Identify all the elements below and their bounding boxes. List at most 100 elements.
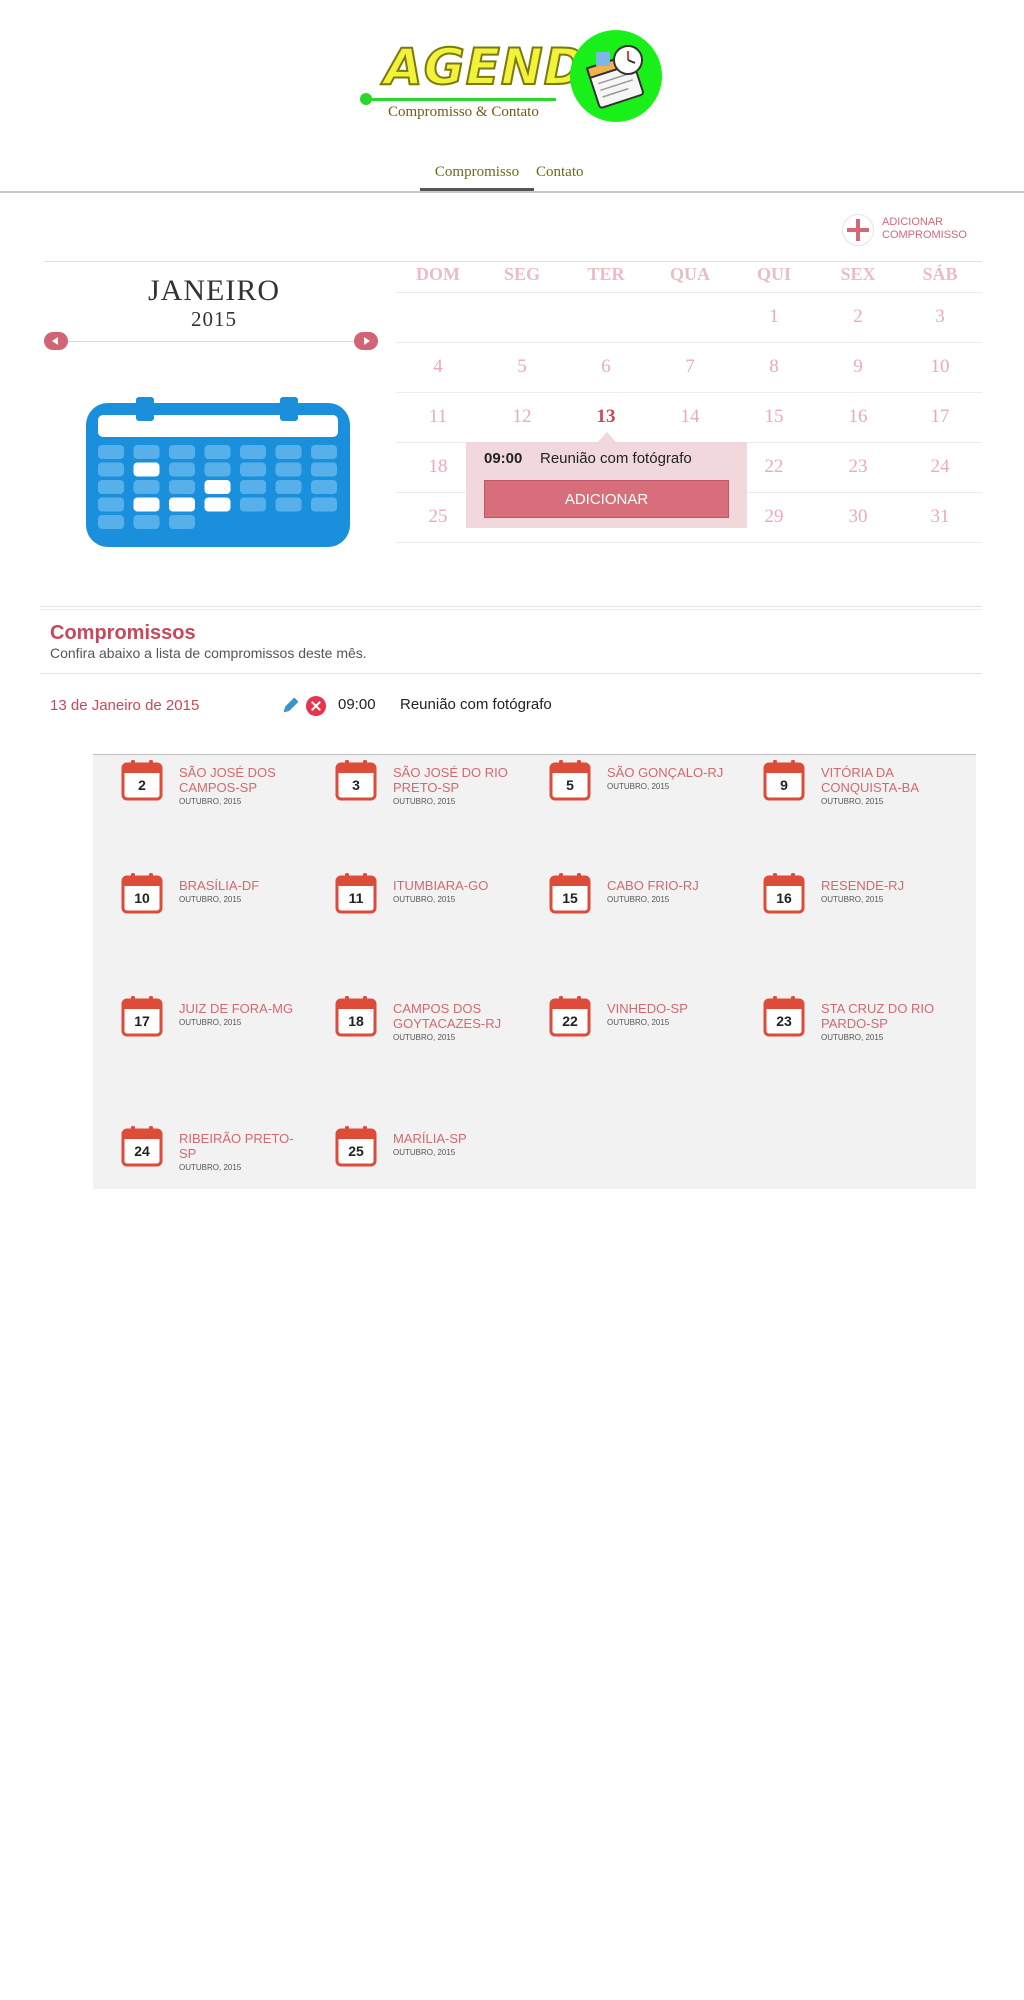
calendar-day[interactable]: 17 — [898, 406, 982, 428]
calendar-row-divider — [396, 392, 982, 393]
add-appointment-button[interactable]: ADICIONAR COMPROMISSO — [842, 212, 982, 248]
event-item[interactable]: 24 RIBEIRÃO PRETO-SP OUTUBRO, 2015 — [93, 1125, 303, 1185]
section-divider — [40, 673, 982, 674]
event-day: 25 — [348, 1143, 364, 1159]
calendar-day[interactable]: 31 — [898, 506, 982, 528]
section-subtitle: Confira abaixo a lista de compromissos d… — [50, 645, 367, 661]
event-day: 22 — [562, 1013, 578, 1029]
logo-subtitle: Compromisso & Contato — [388, 104, 539, 120]
section-divider — [40, 609, 982, 610]
event-item[interactable]: 5 SÃO GONÇALO-RJ OUTUBRO, 2015 — [521, 759, 731, 819]
calendar-day[interactable]: 7 — [648, 356, 732, 378]
weekday-ter: TER — [587, 264, 625, 284]
calendar-day[interactable]: 3 — [898, 306, 982, 328]
calendar-day[interactable]: 12 — [480, 406, 564, 428]
event-item[interactable]: 16 RESENDE-RJ OUTUBRO, 2015 — [735, 872, 945, 932]
chevron-right-icon — [364, 337, 370, 345]
event-city: JUIZ DE FORA-MG — [179, 1001, 294, 1016]
logo-dot — [360, 93, 372, 105]
appointment-title: Reunião com fotógrafo — [400, 696, 552, 713]
appointment-popup: 09:00 Reunião com fotógrafo ADICIONAR — [466, 432, 747, 528]
event-item[interactable]: 15 CABO FRIO-RJ OUTUBRO, 2015 — [521, 872, 731, 932]
event-month: OUTUBRO, 2015 — [179, 1163, 242, 1172]
popup-time: 09:00 — [484, 450, 523, 467]
event-day: 10 — [134, 890, 150, 906]
calendar-day[interactable]: 30 — [816, 506, 900, 528]
event-day: 2 — [138, 777, 146, 793]
month-divider — [60, 341, 378, 342]
event-item[interactable]: 18 CAMPOS DOS GOYTACAZES-RJ OUTUBRO, 2015 — [307, 995, 517, 1055]
event-item[interactable]: 3 SÃO JOSÉ DO RIO PRETO-SP OUTUBRO, 2015 — [307, 759, 517, 819]
event-item[interactable]: 17 JUIZ DE FORA-MG OUTUBRO, 2015 — [93, 995, 303, 1055]
event-month: OUTUBRO, 2015 — [607, 895, 670, 904]
weekday-dom: DOM — [416, 264, 460, 284]
event-city: RIBEIRÃO PRETO-SP — [179, 1131, 294, 1161]
add-appointment-label: ADICIONAR COMPROMISSO — [882, 216, 967, 242]
event-city: MARÍLIA-SP — [393, 1131, 467, 1146]
weekday-qui: QUI — [756, 264, 791, 284]
event-item[interactable]: 23 STA CRUZ DO RIO PARDO-SP OUTUBRO, 2015 — [735, 995, 945, 1055]
event-day: 17 — [134, 1013, 150, 1029]
event-day: 9 — [780, 777, 788, 793]
calendar-day[interactable]: 11 — [396, 406, 480, 428]
event-day: 11 — [348, 890, 364, 906]
tab-contato[interactable]: Contato — [536, 164, 596, 181]
section-divider — [40, 606, 982, 607]
calendar-day[interactable]: 4 — [396, 356, 480, 378]
calendar-day[interactable]: 5 — [480, 356, 564, 378]
appointment-date: 13 de Janeiro de 2015 — [50, 697, 200, 714]
event-day: 23 — [776, 1013, 792, 1029]
weekday-sex: SEX — [840, 264, 876, 284]
calendar-day[interactable]: 2 — [816, 306, 900, 328]
weekday-sab: SÁB — [922, 264, 958, 284]
event-city: SÃO JOSÉ DOS CAMPOS-SP — [179, 765, 276, 795]
calendar-day[interactable]: 6 — [564, 356, 648, 378]
event-city: SÃO JOSÉ DO RIO PRETO-SP — [393, 765, 508, 795]
tab-compromisso[interactable]: Compromisso — [420, 164, 534, 181]
calendar-day[interactable]: 10 — [898, 356, 982, 378]
weekday-seg: SEG — [503, 264, 541, 284]
event-item[interactable]: 25 MARÍLIA-SP OUTUBRO, 2015 — [307, 1125, 517, 1185]
calendar-day[interactable]: 23 — [816, 456, 900, 478]
weekday-qua: QUA — [670, 264, 710, 284]
calendar-row-divider — [396, 292, 982, 293]
event-month: OUTUBRO, 2015 — [393, 1033, 456, 1042]
event-day: 5 — [566, 777, 574, 793]
event-month: OUTUBRO, 2015 — [393, 1148, 456, 1157]
calendar-day[interactable]: 1 — [732, 306, 816, 328]
event-month: OUTUBRO, 2015 — [179, 1018, 242, 1027]
pencil-icon[interactable] — [280, 696, 300, 716]
event-item[interactable]: 22 VINHEDO-SP OUTUBRO, 2015 — [521, 995, 731, 1055]
calendar-day[interactable]: 8 — [732, 356, 816, 378]
event-item[interactable]: 11 ITUMBIARA-GO OUTUBRO, 2015 — [307, 872, 517, 932]
event-item[interactable]: 2 SÃO JOSÉ DOS CAMPOS-SP OUTUBRO, 2015 — [93, 759, 303, 819]
event-month: OUTUBRO, 2015 — [607, 1018, 670, 1027]
event-item[interactable]: 9 VITÓRIA DA CONQUISTA-BA OUTUBRO, 2015 — [735, 759, 945, 819]
event-city: CAMPOS DOS GOYTACAZES-RJ — [393, 1001, 502, 1031]
event-city: VITÓRIA DA CONQUISTA-BA — [821, 765, 919, 795]
calendar-day[interactable]: 16 — [816, 406, 900, 428]
section-title: Compromissos — [50, 622, 196, 644]
calendar-day[interactable]: 15 — [732, 406, 816, 428]
event-city: VINHEDO-SP — [607, 1001, 688, 1016]
calendar-day[interactable]: 9 — [816, 356, 900, 378]
event-item[interactable]: 10 BRASÍLIA-DF OUTUBRO, 2015 — [93, 872, 303, 932]
event-month: OUTUBRO, 2015 — [821, 797, 884, 806]
prev-month-button[interactable] — [44, 332, 68, 350]
app-logo[interactable]: AGENDA Compromisso & Contato — [360, 28, 670, 128]
delete-icon[interactable] — [306, 696, 326, 716]
plus-icon — [842, 214, 874, 246]
calendar-day[interactable]: 24 — [898, 456, 982, 478]
event-day: 24 — [134, 1143, 150, 1159]
month-name: JANEIRO — [148, 274, 280, 307]
popup-add-button[interactable]: ADICIONAR — [484, 480, 729, 518]
event-month: OUTUBRO, 2015 — [607, 782, 670, 791]
events-grid: 2 SÃO JOSÉ DOS CAMPOS-SP OUTUBRO, 2015 3 SÃO… — [93, 754, 976, 1189]
next-month-button[interactable] — [354, 332, 378, 350]
calendar-day[interactable]: 14 — [648, 406, 732, 428]
event-day: 15 — [562, 890, 578, 906]
event-month: OUTUBRO, 2015 — [821, 1033, 884, 1042]
calendar-day[interactable]: 13 — [564, 406, 648, 428]
event-day: 3 — [352, 777, 360, 793]
month-year: 2015 — [191, 307, 237, 331]
